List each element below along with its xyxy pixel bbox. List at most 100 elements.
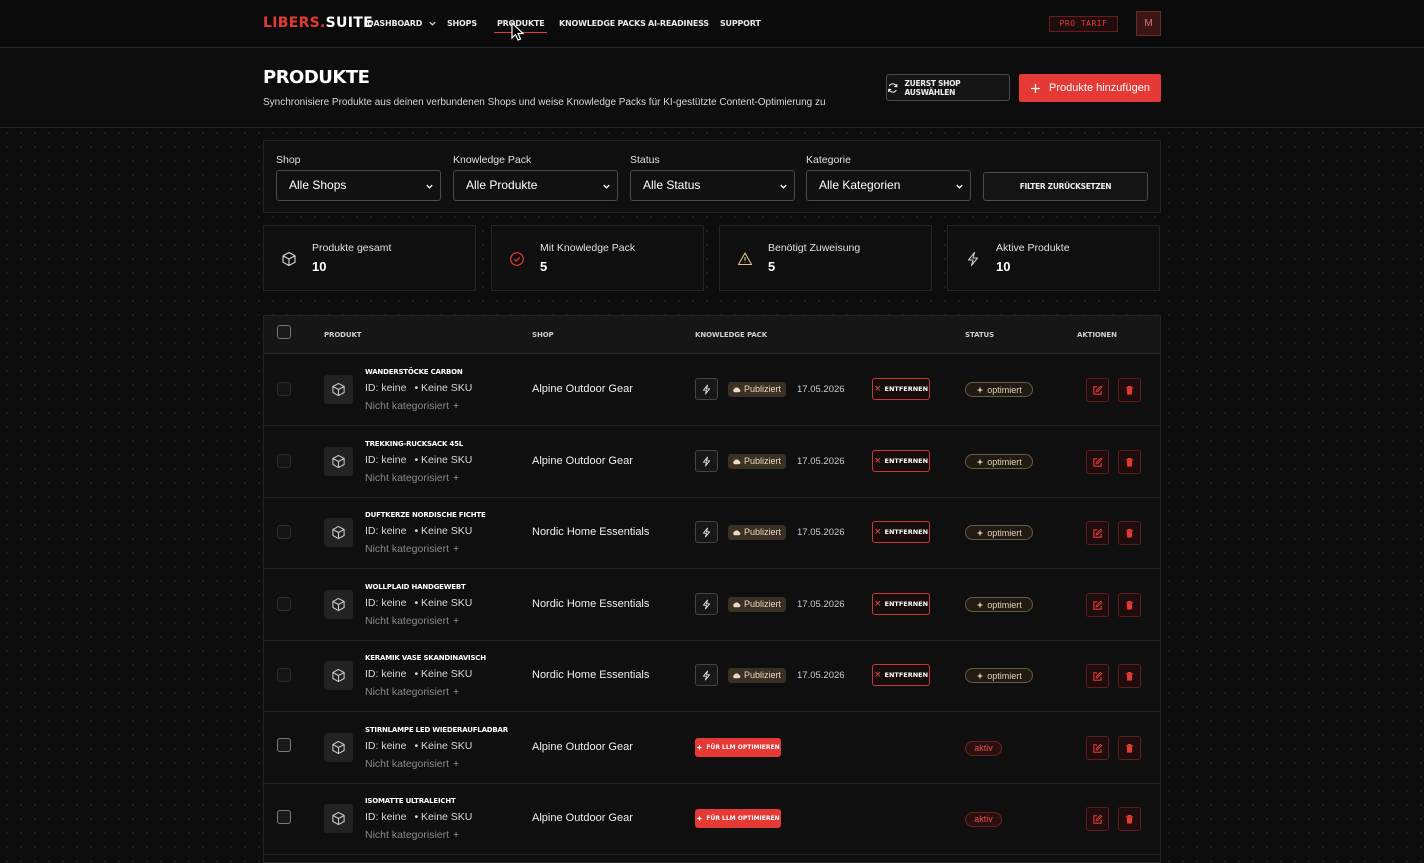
logo-text-suite: SUITE [325,15,373,31]
add-category-icon[interactable]: + [453,472,459,484]
publish-date: 17.05.2026 [797,527,845,538]
mouse-cursor-icon [511,22,525,41]
product-id-sku: ID: keine • Keine SKU [365,597,472,609]
logo-text-libers: LIBERS [263,15,321,31]
delete-button[interactable] [1118,450,1141,474]
product-name[interactable]: Stirnlampe LED wiederaufladbar [365,726,508,734]
remove-knowledge-pack-button[interactable]: × Entfernen [872,450,930,472]
select-shop-first-button[interactable]: Zuerst Shop auswählen [886,74,1010,101]
row-checkbox[interactable] [277,597,291,611]
delete-button[interactable] [1118,378,1141,402]
edit-icon [1093,671,1103,681]
remove-knowledge-pack-button[interactable]: × Entfernen [872,378,930,400]
edit-button[interactable] [1086,664,1109,688]
sparkle-icon [976,386,984,393]
products-table: Produkt Shop Knowledge Pack Status Aktio… [263,315,1161,863]
knowledge-pack-bolt-button[interactable] [695,593,718,615]
published-label: Publiziert [744,384,782,394]
stat-label: Benötigt Zuweisung [768,242,861,254]
remove-knowledge-pack-button[interactable]: × Entfernen [872,593,930,615]
edit-button[interactable] [1086,807,1109,831]
published-badge: Publiziert [728,454,787,469]
status-label: optimiert [987,599,1022,610]
user-avatar[interactable]: M [1136,11,1161,36]
column-header-status: Status [965,331,995,339]
edit-button[interactable] [1086,593,1109,617]
select-all-checkbox[interactable] [277,325,291,339]
shop-select[interactable]: Alle Shops [276,170,441,201]
knowledge-pack-bolt-button[interactable] [695,664,718,686]
product-name[interactable]: Wollplaid Handgewebt [365,583,466,591]
published-label: Publiziert [744,527,782,537]
app-logo[interactable]: LIBERS.SUITE [263,15,373,31]
publish-date: 17.05.2026 [797,456,845,467]
remove-knowledge-pack-button[interactable]: × Entfernen [872,664,930,686]
row-checkbox[interactable] [277,454,291,468]
stat-card-needs-assignment: Benötigt Zuweisung 5 [719,225,932,291]
add-products-label: Produkte hinzufügen [1049,82,1150,94]
table-row: Duftkerze Nordische Fichte ID: keine • Ke… [264,497,1160,569]
knowledge-pack-select[interactable]: Alle Produkte [453,170,618,201]
nav-item-knowledge-packs[interactable]: Knowledge Packs [559,19,646,28]
product-name[interactable]: Trekking-Rucksack 45L [365,440,463,448]
nav-item-shops[interactable]: Shops [447,19,477,28]
edit-button[interactable] [1086,450,1109,474]
plan-badge[interactable]: PRO TARIF [1049,16,1118,32]
optimize-for-llm-button[interactable]: Für LLM optimieren [695,809,781,828]
nav-item-dashboard[interactable]: Dashboard [367,19,437,28]
add-category-icon[interactable]: + [453,615,459,627]
product-name[interactable]: Duftkerze Nordische Fichte [365,511,486,519]
knowledge-pack-bolt-button[interactable] [695,450,718,472]
category-label: Nicht kategorisiert [365,758,450,770]
edit-button[interactable] [1086,521,1109,545]
row-checkbox[interactable] [277,525,291,539]
status-select[interactable]: Alle Status [630,170,795,201]
nav-item-support[interactable]: Support [720,19,761,28]
publish-date: 17.05.2026 [797,599,845,610]
published-badge: Publiziert [728,668,787,683]
product-name[interactable]: Keramik Vase Skandinavisch [365,654,486,662]
delete-button[interactable] [1118,521,1141,545]
optimize-for-llm-button[interactable]: Für LLM optimieren [695,738,781,757]
stat-value: 5 [768,259,776,274]
chevron-down-icon [426,184,433,189]
nav-item-ai-readiness[interactable]: AI-Readiness [648,19,709,28]
row-checkbox[interactable] [277,382,291,396]
add-category-icon[interactable]: + [453,543,459,555]
column-header-knowledge-pack: Knowledge Pack [695,331,768,339]
add-category-icon[interactable]: + [453,400,459,412]
add-category-icon[interactable]: + [453,758,459,770]
add-category-icon[interactable]: + [453,686,459,698]
knowledge-pack-bolt-button[interactable] [695,521,718,543]
product-sku: • Keine SKU [414,382,473,394]
product-name[interactable]: Isomatte ultraleicht [365,797,456,805]
delete-button[interactable] [1118,664,1141,688]
category-label: Nicht kategorisiert [365,615,450,627]
delete-button[interactable] [1118,807,1141,831]
add-category-icon[interactable]: + [453,829,459,841]
category-select[interactable]: Alle Kategorien [806,170,971,201]
knowledge-pack-bolt-button[interactable] [695,378,718,400]
edit-button[interactable] [1086,736,1109,760]
remove-label: Entfernen [884,457,929,465]
publish-date: 17.05.2026 [797,670,845,681]
product-id: ID: keine [365,525,407,537]
cube-icon [282,251,296,267]
cloud-icon [733,459,741,465]
delete-button[interactable] [1118,736,1141,760]
category-select-value: Alle Kategorien [819,178,901,192]
row-checkbox[interactable] [277,738,291,752]
product-name[interactable]: Wanderstöcke Carbon [365,368,463,376]
remove-label: Entfernen [884,600,929,608]
delete-button[interactable] [1118,593,1141,617]
edit-button[interactable] [1086,378,1109,402]
row-checkbox[interactable] [277,668,291,682]
check-circle-icon [510,252,524,266]
row-checkbox[interactable] [277,810,291,824]
shop-name: Alpine Outdoor Gear [532,812,633,824]
product-category: Nicht kategorisiert + [365,829,459,841]
page-header [0,48,1424,128]
reset-filters-button[interactable]: Filter zurücksetzen [983,172,1148,201]
add-products-button[interactable]: Produkte hinzufügen [1019,74,1161,102]
remove-knowledge-pack-button[interactable]: × Entfernen [872,521,930,543]
